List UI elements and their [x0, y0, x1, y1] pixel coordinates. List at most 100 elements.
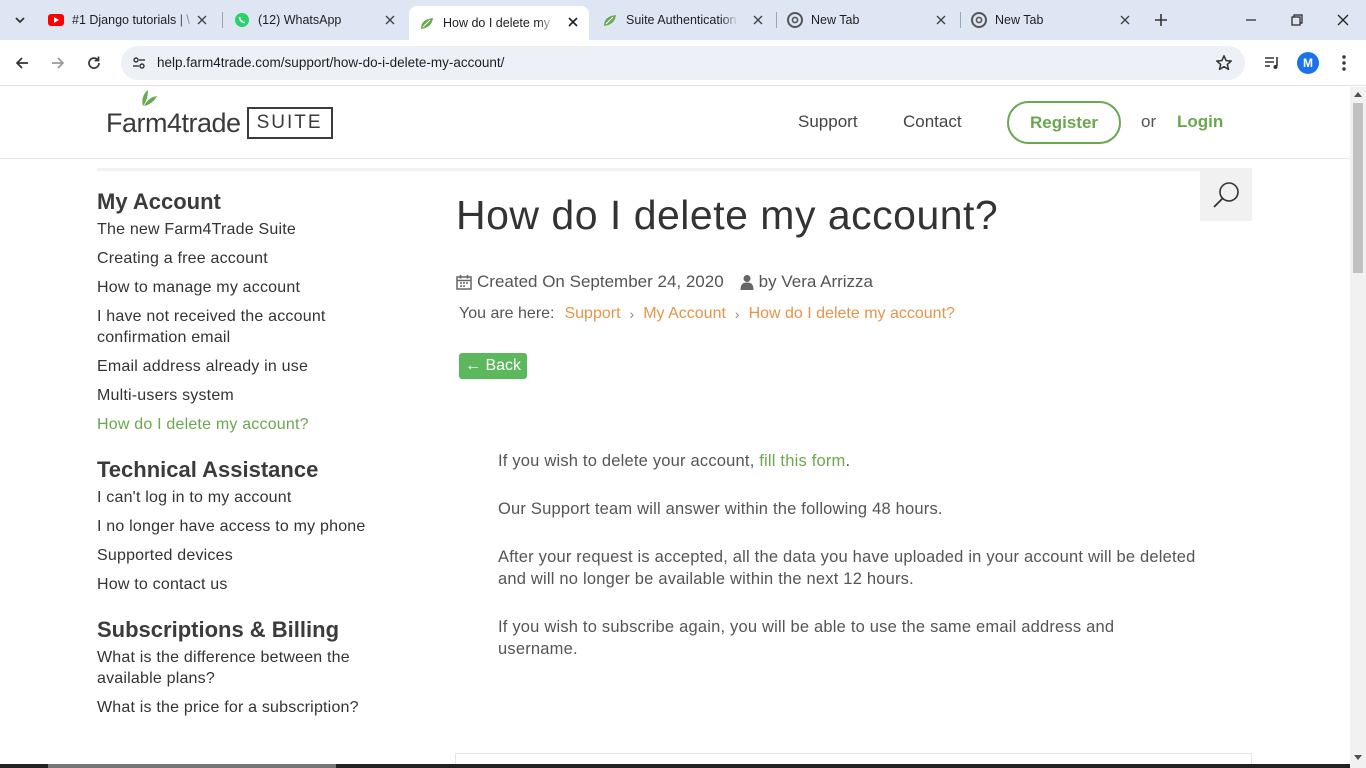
browser-tab[interactable]: New Tab	[777, 4, 957, 36]
register-button[interactable]: Register	[1007, 101, 1121, 144]
minimize-button[interactable]	[1228, 0, 1274, 40]
sidebar-link-active[interactable]: How do I delete my account?	[97, 414, 397, 435]
article-body: If you wish to delete your account, fill…	[498, 450, 1198, 686]
sidebar-link[interactable]: Supported devices	[97, 545, 397, 566]
or-text: or	[1141, 112, 1157, 131]
chevron-right-icon: ›	[734, 306, 740, 322]
sidebar: My Account The new Farm4Trade Suite Crea…	[97, 189, 397, 740]
close-icon[interactable]	[194, 12, 210, 28]
sidebar-heading: Technical Assistance	[97, 457, 319, 482]
bottom-bar-segment	[48, 764, 336, 768]
scroll-down-arrow[interactable]	[1354, 755, 1362, 760]
plus-icon	[1155, 14, 1167, 26]
sidebar-heading: Subscriptions & Billing	[97, 617, 340, 642]
tab-title: New Tab	[811, 13, 860, 27]
tab-title: New Tab	[995, 13, 1044, 27]
close-icon	[1337, 14, 1349, 26]
sidebar-link[interactable]: I have not received the account confirma…	[97, 306, 397, 348]
chrome-icon	[787, 12, 803, 28]
tab-separator	[222, 12, 223, 28]
sidebar-link[interactable]: The new Farm4Trade Suite	[97, 219, 397, 240]
author: by Vera Arrizza	[758, 272, 873, 291]
scroll-up-arrow[interactable]	[1354, 92, 1362, 97]
tab-search-button[interactable]	[6, 6, 34, 34]
sidebar-link[interactable]: Creating a free account	[97, 248, 397, 269]
page-scrollbar[interactable]	[1350, 87, 1366, 768]
sidebar-link[interactable]: I can't log in to my account	[97, 487, 397, 508]
close-window-button[interactable]	[1320, 0, 1366, 40]
scroll-thumb[interactable]	[1353, 103, 1363, 273]
browser-tab-active[interactable]: How do I delete my a	[409, 6, 589, 40]
restore-button[interactable]	[1274, 0, 1320, 40]
paragraph: Our Support team will answer within the …	[498, 500, 943, 518]
paragraph: If you wish to subscribe again, you will…	[498, 618, 1115, 658]
browser-toolbar: help.farm4trade.com/support/how-do-i-del…	[0, 40, 1366, 86]
sidebar-link[interactable]: Email address already in use	[97, 356, 397, 377]
calendar-icon	[456, 275, 472, 290]
farm4trade-logo[interactable]: Farm4trade SUITE	[106, 90, 333, 145]
close-icon[interactable]	[565, 14, 581, 30]
tab-title: #1 Django tutorials | \	[72, 13, 190, 27]
paragraph-text: If you wish to delete your account,	[498, 452, 760, 470]
paragraph-text: .	[845, 452, 851, 470]
browser-tab[interactable]: (12) WhatsApp	[224, 4, 406, 36]
sidebar-link[interactable]: What is the difference between the avail…	[97, 647, 397, 689]
forward-nav-button[interactable]	[44, 49, 72, 77]
browser-tab[interactable]: Suite Authentication-	[592, 4, 774, 36]
farm4trade-leaf-icon	[419, 15, 435, 31]
minimize-icon	[1246, 19, 1256, 21]
sidebar-link[interactable]: Multi-users system	[97, 385, 397, 406]
sidebar-link[interactable]: How to contact us	[97, 574, 397, 595]
browser-tab[interactable]: New Tab	[961, 4, 1141, 36]
back-button[interactable]: ← Back	[459, 353, 528, 379]
fill-form-link[interactable]: fill this form	[759, 452, 845, 470]
restore-icon	[1291, 14, 1303, 26]
tab-title: How do I delete my a	[443, 16, 555, 30]
browser-tab[interactable]: #1 Django tutorials | \	[38, 4, 218, 36]
sidebar-group-subscriptions: Subscriptions & Billing What is the diff…	[97, 617, 397, 718]
breadcrumb-link[interactable]: Support	[564, 305, 620, 323]
url-text[interactable]: help.farm4trade.com/support/how-do-i-del…	[157, 55, 504, 70]
nav-contact-link[interactable]: Contact	[903, 112, 962, 132]
close-icon[interactable]	[382, 12, 398, 28]
logo-wordmark: Farm4trade	[106, 107, 241, 138]
reload-icon	[88, 56, 100, 69]
user-icon	[740, 275, 754, 290]
youtube-icon	[48, 12, 64, 28]
site-header: Farm4trade SUITE Support Contact Registe…	[0, 87, 1350, 159]
arrow-right-icon	[52, 57, 65, 69]
nav-support-link[interactable]: Support	[798, 112, 858, 132]
close-icon[interactable]	[1117, 12, 1133, 28]
login-link[interactable]: Login	[1177, 112, 1223, 132]
profile-avatar[interactable]: M	[1297, 52, 1319, 74]
breadcrumb-prefix: You are here:	[459, 305, 555, 322]
breadcrumb-link[interactable]: My Account	[643, 305, 726, 323]
breadcrumb-current: How do I delete my account?	[748, 305, 955, 322]
close-icon[interactable]	[933, 12, 949, 28]
bottom-bar	[0, 764, 1350, 768]
sidebar-link[interactable]: I no longer have access to my phone	[97, 516, 397, 537]
web-page: Farm4trade SUITE Support Contact Registe…	[0, 87, 1350, 768]
tab-title: (12) WhatsApp	[258, 13, 342, 27]
reload-button[interactable]	[80, 49, 108, 77]
bookmark-star-icon[interactable]	[1215, 54, 1233, 72]
tab-strip: #1 Django tutorials | \ (12) WhatsApp Ho…	[0, 0, 1366, 40]
sidebar-link[interactable]: How to manage my account	[97, 277, 397, 298]
chevron-right-icon: ›	[629, 306, 635, 322]
media-control-icon[interactable]	[1261, 52, 1283, 74]
breadcrumb: You are here: Support › My Account › How…	[459, 305, 955, 323]
tab-title: Suite Authentication-	[626, 13, 738, 27]
chevron-down-icon	[15, 17, 25, 24]
address-bar[interactable]: help.farm4trade.com/support/how-do-i-del…	[121, 46, 1245, 80]
site-info-icon[interactable]	[130, 54, 148, 72]
article-meta: Created On September 24, 2020 by Vera Ar…	[456, 272, 873, 292]
close-icon[interactable]	[750, 12, 766, 28]
back-nav-button[interactable]	[8, 49, 36, 77]
new-tab-button[interactable]	[1149, 8, 1173, 32]
article: How do I delete my account? Created On S…	[456, 192, 1256, 658]
paragraph: If you wish to delete your account, fill…	[498, 450, 1198, 472]
sidebar-link[interactable]: What is the price for a subscription?	[97, 697, 397, 718]
kebab-menu-icon[interactable]	[1333, 52, 1355, 74]
paragraph: After your request is accepted, all the …	[498, 548, 1196, 588]
whatsapp-icon	[234, 12, 250, 28]
